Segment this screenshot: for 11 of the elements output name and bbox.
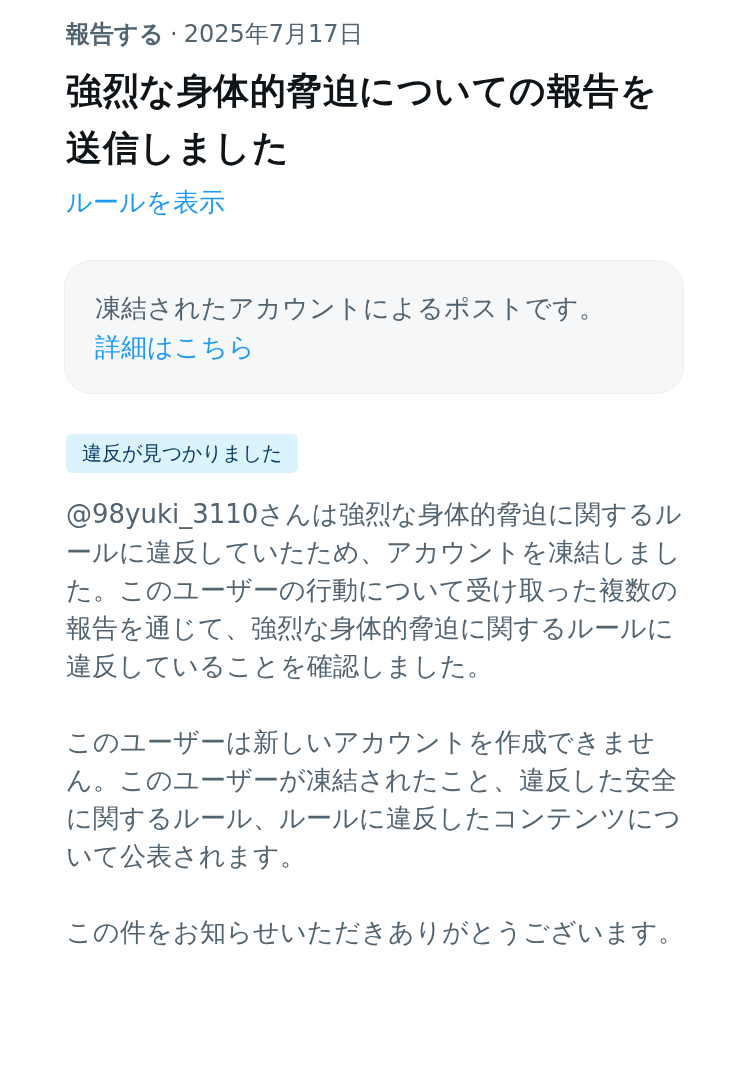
report-label: 報告する	[66, 19, 164, 50]
status-badge: 違反が見つかりました	[66, 434, 298, 473]
notice-text: 凍結されたアカウントによるポストです。	[95, 292, 606, 325]
report-date: 2025年7月17日	[183, 19, 363, 50]
body-paragraph: この件をお知らせいただきありがとうございます。	[66, 916, 685, 949]
separator-dot: ·	[170, 20, 178, 48]
body-paragraph: このユーザーは新しいアカウントを作成できません。このユーザーが凍結されたこと、違反した安全に関するルール、ルールに違反したコンテンツについて公表されます。	[66, 726, 682, 873]
body-paragraph: @98yuki_3110さんは強烈な身体的脅迫に関するルールに違反していたため、アカウントを凍結しました。このユーザーの行動について受け取った複数の報告を通じて、強烈な身体的脅迫に関するルールに違反していることを確認しました。	[66, 498, 684, 683]
report-title: 強烈な身体的脅迫についての報告を送信しました	[66, 69, 658, 170]
details-link[interactable]: 詳細はこちら	[95, 332, 255, 362]
view-rules-link[interactable]: ルールを表示	[66, 187, 225, 217]
